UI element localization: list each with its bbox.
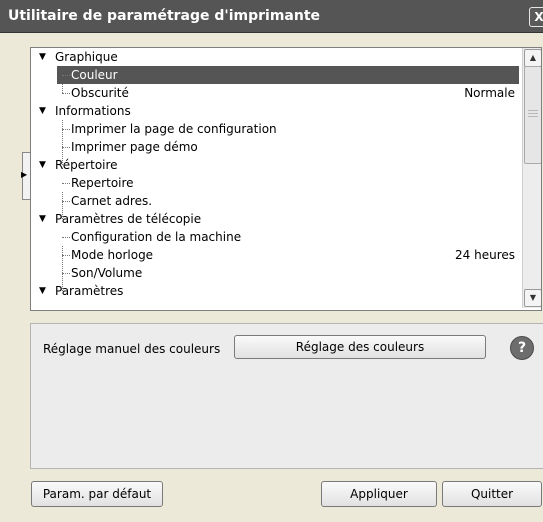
- obscurite-value: Normale: [464, 86, 515, 100]
- tree-item-fax-settings[interactable]: ▼ Paramètres de télécopie: [31, 210, 519, 228]
- expand-arrow-icon[interactable]: ▼: [39, 210, 46, 228]
- tree-item-informations[interactable]: ▼ Informations: [31, 102, 519, 120]
- apply-button[interactable]: Appliquer: [321, 481, 437, 507]
- tree-connector: [62, 147, 70, 148]
- help-icon[interactable]: ?: [510, 336, 534, 360]
- scrollbar-thumb[interactable]: [524, 66, 541, 164]
- manual-color-label: Réglage manuel des couleurs: [43, 342, 221, 356]
- quit-button[interactable]: Quitter: [442, 481, 542, 507]
- tree-item-parametres[interactable]: ▼ Paramètres: [31, 282, 519, 300]
- tree-item-carnet[interactable]: Carnet adres.: [31, 192, 519, 210]
- tree-item-repertoire-group[interactable]: ▼ Répertoire: [31, 156, 519, 174]
- tree-item-clock-mode[interactable]: Mode horloge 24 heures: [31, 246, 519, 264]
- window-title: Utilitaire de paramétrage d'imprimante: [8, 8, 321, 24]
- tree-connector: [62, 93, 70, 94]
- vertical-scrollbar[interactable]: ▲ ▼: [522, 48, 541, 308]
- tree-item-print-demo[interactable]: Imprimer page démo: [31, 138, 519, 156]
- settings-panel: Réglage manuel des couleurs Réglage des …: [30, 323, 543, 469]
- tree-item-couleur[interactable]: Couleur: [31, 66, 519, 84]
- tree-connector: [62, 75, 70, 76]
- tree-connector: [62, 255, 70, 256]
- close-button[interactable]: X: [529, 7, 543, 27]
- scroll-grip: [528, 113, 538, 114]
- tree-connector: [62, 273, 70, 274]
- color-adjust-button[interactable]: Réglage des couleurs: [234, 335, 486, 359]
- clock-mode-value: 24 heures: [455, 248, 515, 262]
- tree-item-sound-volume[interactable]: Son/Volume: [31, 264, 519, 282]
- side-panel-handle[interactable]: ▶: [21, 152, 30, 200]
- expand-arrow-icon[interactable]: ▼: [39, 102, 46, 120]
- tree-item-graphique[interactable]: ▼ Graphique: [31, 48, 519, 66]
- default-settings-button[interactable]: Param. par défaut: [31, 481, 163, 507]
- tree-connector: [62, 237, 70, 238]
- scroll-grip: [528, 116, 538, 117]
- expand-arrow-icon[interactable]: ▼: [39, 282, 46, 300]
- selection-highlight: [57, 66, 519, 84]
- settings-tree-panel: ▼ Graphique Couleur Obscurité Normale ▼ …: [30, 47, 542, 311]
- scroll-down-icon[interactable]: ▼: [524, 289, 541, 307]
- expand-arrow-icon[interactable]: ▼: [39, 156, 46, 174]
- tree-connector: [62, 183, 70, 184]
- settings-tree: ▼ Graphique Couleur Obscurité Normale ▼ …: [31, 48, 519, 308]
- tree-item-repertoire[interactable]: Repertoire: [31, 174, 519, 192]
- arrow-right-icon: ▶: [21, 170, 28, 179]
- tree-connector: [62, 201, 70, 202]
- title-bar: Utilitaire de paramétrage d'imprimante X: [0, 0, 543, 33]
- scroll-grip: [528, 110, 538, 111]
- scroll-up-icon[interactable]: ▲: [524, 49, 541, 67]
- tree-item-obscurite[interactable]: Obscurité Normale: [31, 84, 519, 102]
- tree-item-print-config[interactable]: Imprimer la page de configuration: [31, 120, 519, 138]
- tree-item-machine-config[interactable]: Configuration de la machine: [31, 228, 519, 246]
- tree-connector: [62, 129, 70, 130]
- expand-arrow-icon[interactable]: ▼: [39, 48, 46, 66]
